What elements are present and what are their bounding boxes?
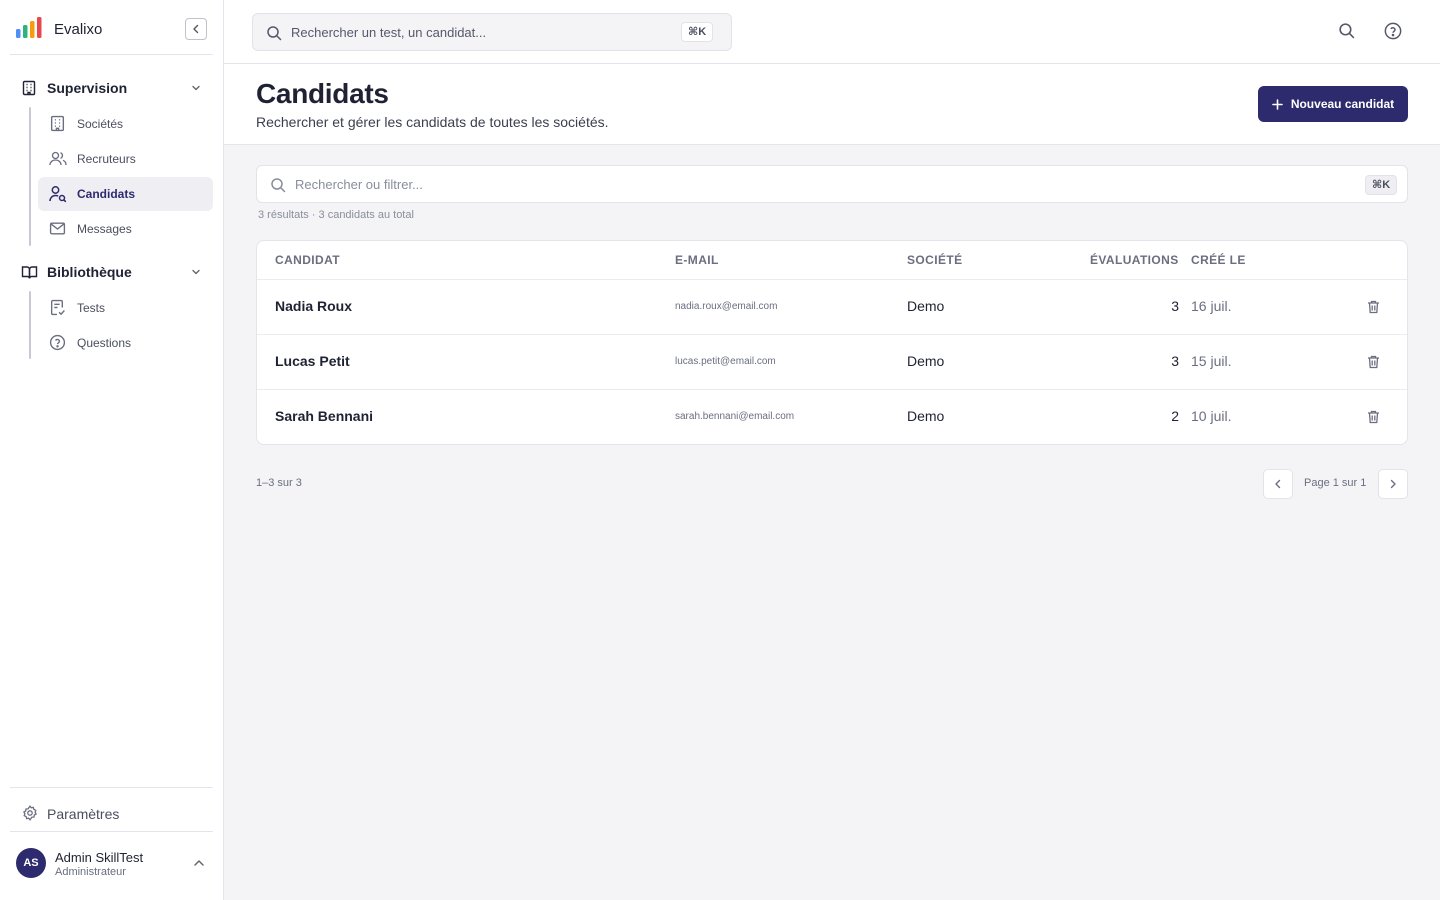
gear-icon (22, 805, 38, 821)
candidate-email: sarah.bennani@email.com (675, 411, 795, 422)
divider (10, 787, 213, 788)
pagination-page-label: Page 1 sur 1 (1304, 477, 1367, 489)
nav-rail (29, 291, 31, 359)
search-placeholder: Rechercher un test, un candidat... (291, 25, 487, 40)
candidate-evaluations: 3 (1171, 353, 1179, 369)
candidate-evaluations: 3 (1171, 298, 1179, 314)
next-page-button[interactable] (1378, 469, 1408, 499)
clipboard-check-icon (49, 299, 66, 316)
sidebar-item-label: Tests (77, 301, 106, 315)
plus-icon (1272, 98, 1283, 110)
nav-rail (29, 107, 31, 246)
global-search-input[interactable]: Rechercher un test, un candidat... ⌘K (252, 13, 732, 51)
search-icon (266, 25, 282, 41)
nav-group-supervision[interactable]: Supervision (10, 72, 213, 104)
column-header-cree-le[interactable]: CRÉÉ LE (1191, 253, 1246, 267)
column-header-evaluations[interactable]: ÉVALUATIONS (1090, 253, 1179, 267)
trash-icon[interactable] (1367, 355, 1380, 369)
users-icon (49, 150, 67, 167)
mail-icon (49, 220, 66, 237)
candidate-created: 15 juil. (1191, 353, 1232, 369)
sidebar-item-label: Messages (77, 222, 132, 236)
collapse-sidebar-button[interactable] (185, 18, 207, 40)
divider (10, 831, 213, 832)
page-header: Candidats Rechercher et gérer les candid… (224, 64, 1440, 145)
shortcut-badge: ⌘K (681, 22, 714, 42)
nav-group-label: Supervision (47, 80, 128, 96)
trash-icon[interactable] (1367, 410, 1380, 424)
chevron-down-icon (190, 82, 202, 94)
candidate-company: Demo (907, 408, 945, 424)
brand: Evalixo (10, 0, 213, 55)
sidebar-item-messages[interactable]: Messages (38, 212, 213, 246)
logo-bars-icon (16, 17, 44, 39)
table-header: CANDIDAT E-MAIL SOCIÉTÉ ÉVALUATIONS CRÉÉ… (257, 241, 1407, 280)
sidebar-item-label: Recruteurs (77, 152, 136, 166)
chevron-up-icon (192, 856, 206, 870)
sidebar-item-recruteurs[interactable]: Recruteurs (38, 142, 213, 176)
user-search-icon (49, 185, 67, 203)
candidate-email: lucas.petit@email.com (675, 356, 776, 367)
column-header-candidat[interactable]: CANDIDAT (275, 253, 340, 267)
settings-link[interactable]: Paramètres (10, 797, 213, 829)
sidebar: Evalixo Supervision Sociétés Recruteurs … (0, 0, 224, 900)
candidates-table: CANDIDAT E-MAIL SOCIÉTÉ ÉVALUATIONS CRÉÉ… (256, 240, 1408, 445)
help-circle-icon (49, 334, 66, 351)
chevron-down-icon (190, 266, 202, 278)
candidate-created: 10 juil. (1191, 408, 1232, 424)
sidebar-item-label: Questions (77, 336, 132, 350)
app-name: Evalixo (54, 21, 103, 38)
user-role: Administrateur (55, 866, 126, 878)
sidebar-item-label: Sociétés (77, 117, 124, 131)
avatar: AS (16, 848, 46, 878)
settings-label: Paramètres (47, 806, 120, 822)
nav-group-label: Bibliothèque (47, 264, 132, 280)
candidate-evaluations: 2 (1171, 408, 1179, 424)
filter-placeholder: Rechercher ou filtrer... (295, 177, 423, 192)
candidate-name: Sarah Bennani (275, 408, 374, 424)
user-name: Admin SkillTest (55, 850, 144, 865)
table-row[interactable]: Nadia Roux nadia.roux@email.com Demo 3 1… (257, 280, 1407, 335)
filter-search-input[interactable]: Rechercher ou filtrer... ⌘K (256, 165, 1408, 203)
sidebar-item-questions[interactable]: Questions (38, 326, 213, 360)
pagination-range: 1–3 sur 3 (256, 477, 302, 489)
search-icon[interactable] (1338, 22, 1355, 39)
new-candidate-button[interactable]: Nouveau candidat (1258, 86, 1408, 122)
candidate-company: Demo (907, 298, 945, 314)
building-icon (49, 115, 66, 132)
table-row[interactable]: Sarah Bennani sarah.bennani@email.com De… (257, 390, 1407, 444)
column-header-societe[interactable]: SOCIÉTÉ (907, 253, 962, 267)
nav-group-bibliotheque[interactable]: Bibliothèque (10, 256, 213, 288)
results-summary: 3 résultats · 3 candidats au total (258, 209, 414, 221)
previous-page-button[interactable] (1263, 469, 1293, 499)
candidate-name: Lucas Petit (275, 353, 350, 369)
sidebar-item-candidats[interactable]: Candidats (38, 177, 213, 211)
shortcut-badge: ⌘K (1365, 175, 1398, 195)
page-title: Candidats (256, 78, 389, 109)
sidebar-item-tests[interactable]: Tests (38, 291, 213, 325)
candidate-name: Nadia Roux (275, 298, 353, 314)
table-row[interactable]: Lucas Petit lucas.petit@email.com Demo 3… (257, 335, 1407, 390)
user-menu[interactable]: AS Admin SkillTest Administrateur (10, 840, 213, 888)
candidate-company: Demo (907, 353, 945, 369)
sidebar-item-label: Candidats (77, 187, 136, 201)
book-open-icon (21, 264, 38, 280)
sidebar-item-societes[interactable]: Sociétés (38, 107, 213, 141)
topbar: Rechercher un test, un candidat... ⌘K (224, 0, 1440, 64)
trash-icon[interactable] (1367, 300, 1380, 314)
candidate-created: 16 juil. (1191, 298, 1232, 314)
new-candidate-label: Nouveau candidat (1290, 97, 1395, 111)
column-header-email[interactable]: E-MAIL (675, 253, 719, 267)
page-subtitle: Rechercher et gérer les candidats de tou… (256, 114, 609, 130)
building-icon (21, 80, 37, 96)
candidate-email: nadia.roux@email.com (675, 301, 778, 312)
search-icon (270, 177, 286, 193)
help-circle-icon[interactable] (1384, 22, 1402, 40)
chevron-left-icon (193, 24, 199, 34)
chevron-right-icon (1390, 479, 1396, 489)
chevron-left-icon (1275, 479, 1281, 489)
